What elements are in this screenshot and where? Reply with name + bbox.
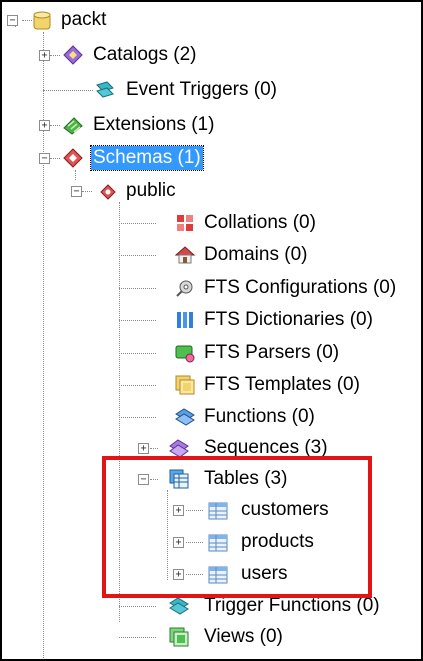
expand-toggle[interactable]: + <box>173 537 184 548</box>
trigger-function-icon <box>168 595 190 617</box>
domain-icon <box>174 244 196 266</box>
catalog-icon <box>62 44 84 66</box>
tree-node-sequences[interactable]: + Sequences (3) <box>2 433 382 463</box>
collation-icon <box>174 212 196 234</box>
collapse-toggle[interactable]: − <box>39 153 50 164</box>
tree-node-views[interactable]: Views (0) <box>2 622 342 652</box>
tree-node-domains[interactable]: Domains (0) <box>2 240 342 270</box>
tree-node-label: public <box>126 180 176 201</box>
tree-node-fts-parsers[interactable]: FTS Parsers (0) <box>2 338 382 368</box>
tree-node-label: Event Triggers (0) <box>126 79 277 100</box>
tree-node-label: Sequences (3) <box>204 437 328 458</box>
schema-icon <box>62 147 84 169</box>
tree-node-label: products <box>241 531 314 552</box>
tree-node-fts-dictionaries[interactable]: FTS Dictionaries (0) <box>2 305 402 335</box>
tree-node-schemas[interactable]: − Schemas (1) <box>2 143 282 173</box>
tree-node-users[interactable]: + users <box>2 559 362 589</box>
view-icon <box>168 626 190 648</box>
tree-node-label: Functions (0) <box>204 406 315 427</box>
expand-toggle[interactable]: + <box>39 50 50 61</box>
tree-node-catalogs[interactable]: + Catalogs (2) <box>2 40 262 70</box>
tree-node-customers[interactable]: + customers <box>2 495 362 525</box>
expand-toggle[interactable]: + <box>173 505 184 516</box>
tables-icon <box>168 468 190 490</box>
tree-node-packt[interactable]: − packt <box>2 6 202 36</box>
extension-icon <box>62 114 84 136</box>
tree-node-label: Collations (0) <box>204 212 316 233</box>
table-icon <box>207 532 229 554</box>
tree-node-fts-configurations[interactable]: FTS Configurations (0) <box>2 273 421 303</box>
tree-node-collations[interactable]: Collations (0) <box>2 208 342 238</box>
tree-node-tables[interactable]: − Tables (3) <box>2 464 362 494</box>
fts-configuration-icon <box>174 277 196 299</box>
tree-node-label: FTS Dictionaries (0) <box>204 309 373 330</box>
tree-node-extensions[interactable]: + Extensions (1) <box>2 110 282 140</box>
tree-node-products[interactable]: + products <box>2 527 362 557</box>
expand-toggle[interactable]: + <box>138 443 149 454</box>
object-browser-tree: − packt + Catalogs (2) Event Triggers (0… <box>0 0 423 661</box>
tree-node-label: Schemas (1) <box>90 145 204 171</box>
tree-node-label: FTS Templates (0) <box>204 374 360 395</box>
tree-node-label: Extensions (1) <box>93 114 215 135</box>
fts-parser-icon <box>174 342 196 364</box>
sequence-icon <box>168 437 190 459</box>
tree-node-label: packt <box>61 9 107 30</box>
tree-node-label: Domains (0) <box>204 244 308 265</box>
tree-node-label: FTS Configurations (0) <box>204 277 397 298</box>
expand-toggle[interactable]: + <box>173 569 184 580</box>
schema-item-icon <box>97 181 119 203</box>
tree-node-functions[interactable]: Functions (0) <box>2 402 362 432</box>
table-icon <box>207 564 229 586</box>
event-trigger-icon <box>94 79 116 101</box>
tree-node-label: Catalogs (2) <box>93 44 197 65</box>
fts-dictionary-icon <box>174 309 196 331</box>
collapse-toggle[interactable]: − <box>7 15 18 26</box>
tree-node-fts-templates[interactable]: FTS Templates (0) <box>2 370 402 400</box>
database-icon <box>31 10 53 32</box>
tree-node-label: customers <box>241 499 329 520</box>
tree-node-public[interactable]: − public <box>2 176 242 206</box>
table-icon <box>207 500 229 522</box>
tree-node-trigger-functions[interactable]: Trigger Functions (0) <box>2 591 421 621</box>
tree-node-label: Tables (3) <box>204 468 288 489</box>
expand-toggle[interactable]: + <box>39 120 50 131</box>
function-icon <box>174 406 196 428</box>
collapse-toggle[interactable]: − <box>71 186 82 197</box>
tree-node-label: users <box>241 563 288 584</box>
tree-node-label: Trigger Functions (0) <box>204 595 380 616</box>
tree-node-label: FTS Parsers (0) <box>204 342 340 363</box>
tree-node-label: Views (0) <box>204 626 283 647</box>
collapse-toggle[interactable]: − <box>138 474 149 485</box>
tree-node-event-triggers[interactable]: Event Triggers (0) <box>2 75 322 105</box>
fts-template-icon <box>174 374 196 396</box>
